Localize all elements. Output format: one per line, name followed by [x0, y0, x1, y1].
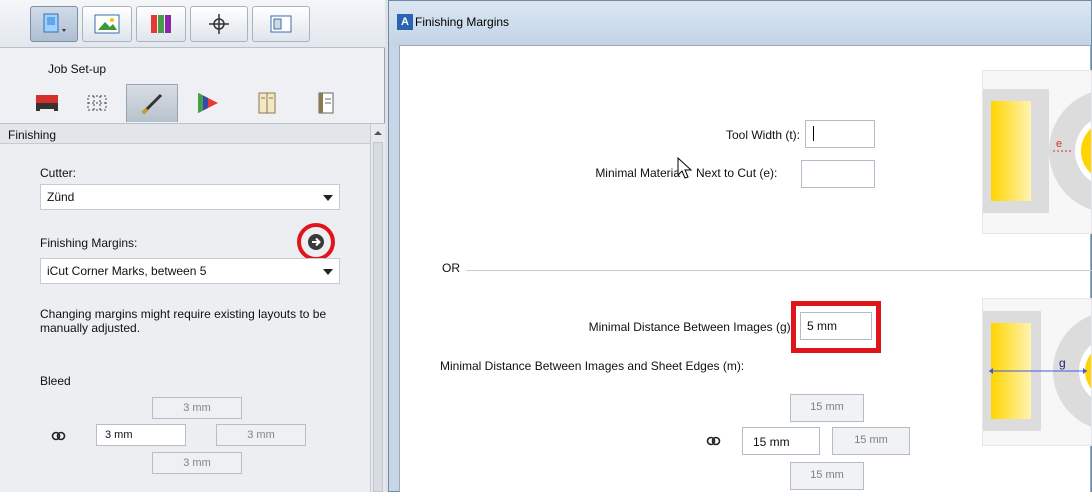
chevron-down-icon: [323, 195, 333, 201]
finishing-margins-dialog: A Finishing Margins Tool Width (t): Mini…: [388, 0, 1092, 492]
finishing-margins-value: iCut Corner Marks, between 5: [47, 264, 207, 278]
job-setup-panel: Job Set-up Finishing Cutter: Zünd Finish…: [0, 0, 385, 492]
layout-button[interactable]: [252, 6, 310, 42]
finishing-margins-dropdown[interactable]: iCut Corner Marks, between 5: [40, 258, 340, 284]
min-distance-images-label: Minimal Distance Between Images (g):: [588, 320, 794, 334]
edge-top-input[interactable]: 15 mm: [790, 394, 864, 422]
tab-color[interactable]: [184, 84, 230, 122]
tab-grid[interactable]: [74, 84, 120, 122]
diagram-distance-between-images: g: [982, 298, 1092, 446]
highlight-circle: [297, 223, 335, 261]
scrollbar-thumb[interactable]: [373, 142, 383, 492]
setup-tabs: [0, 80, 385, 124]
scrollbar[interactable]: [370, 124, 385, 492]
diagram-material-next-to-cut: e: [982, 70, 1092, 234]
image-button[interactable]: [82, 6, 132, 42]
job-icon: [43, 13, 66, 33]
chevron-down-icon: [323, 269, 333, 275]
diagram-label-g: g: [1059, 356, 1066, 370]
image-icon: [94, 14, 120, 34]
dialog-title: Finishing Margins: [415, 15, 510, 29]
bleed-label: Bleed: [40, 374, 71, 388]
finishing-margins-label: Finishing Margins:: [40, 236, 138, 250]
target-icon: [209, 14, 229, 34]
dialog-body: Tool Width (t): Minimal Materia Next to …: [399, 45, 1092, 492]
cutter-dropdown[interactable]: Zünd: [40, 184, 340, 210]
finishing-section: Finishing Cutter: Zünd Finishing Margins…: [0, 124, 370, 492]
text-cursor: [813, 126, 814, 141]
tab-book[interactable]: [244, 84, 290, 122]
edge-left-input[interactable]: 15 mm: [742, 427, 820, 455]
tab-document[interactable]: [304, 84, 350, 122]
tool-width-input[interactable]: [805, 120, 875, 148]
bleed-left-input[interactable]: 3 mm: [96, 424, 186, 446]
minimal-material-label-part2: Next to Cut (e):: [696, 166, 778, 180]
cutter-label: Cutter:: [40, 166, 77, 180]
color-wheel-icon: [198, 93, 218, 113]
document-icon: [318, 92, 334, 114]
dialog-titlebar[interactable]: A Finishing Margins: [389, 1, 1091, 45]
cutter-value: Zünd: [47, 190, 75, 204]
bleed-top-input[interactable]: 3 mm: [152, 397, 242, 419]
margins-note: Changing margins might require existing …: [40, 307, 327, 335]
book-icon: [258, 92, 276, 114]
finishing-header: Finishing: [0, 124, 370, 144]
color-palette-icon: [151, 15, 171, 33]
job-icon-button[interactable]: [30, 6, 78, 42]
bleed-bottom-input[interactable]: 3 mm: [152, 452, 242, 474]
scroll-up-icon: [374, 131, 382, 135]
edge-bottom-input[interactable]: 15 mm: [790, 462, 864, 490]
tab-finishing[interactable]: [126, 84, 178, 122]
grid-icon: [87, 95, 107, 111]
link-icon[interactable]: [705, 435, 723, 447]
link-icon[interactable]: [50, 430, 68, 442]
tool-width-label: Tool Width (t):: [725, 128, 800, 142]
target-button[interactable]: [190, 6, 248, 42]
section-title: Job Set-up: [48, 62, 107, 76]
top-toolbar: [0, 0, 385, 48]
or-divider: [466, 270, 1092, 271]
minimal-material-input[interactable]: [801, 160, 875, 188]
or-label: OR: [442, 261, 460, 275]
layout-icon: [270, 15, 292, 33]
app-icon: A: [397, 14, 413, 30]
diagram-label-e: e: [1056, 138, 1062, 150]
highlight-rectangle: [791, 301, 881, 353]
brush-icon: [141, 93, 163, 114]
bleed-right-input[interactable]: 3 mm: [216, 424, 306, 446]
tab-printer[interactable]: [24, 84, 70, 122]
min-distance-edges-label: Minimal Distance Between Images and Shee…: [440, 359, 745, 373]
edge-right-input[interactable]: 15 mm: [832, 427, 910, 455]
minimal-material-label-part1: Minimal Materia: [595, 166, 680, 180]
mouse-pointer-icon: [677, 156, 693, 179]
color-palette-button[interactable]: [136, 6, 186, 42]
printer-icon: [36, 95, 58, 113]
